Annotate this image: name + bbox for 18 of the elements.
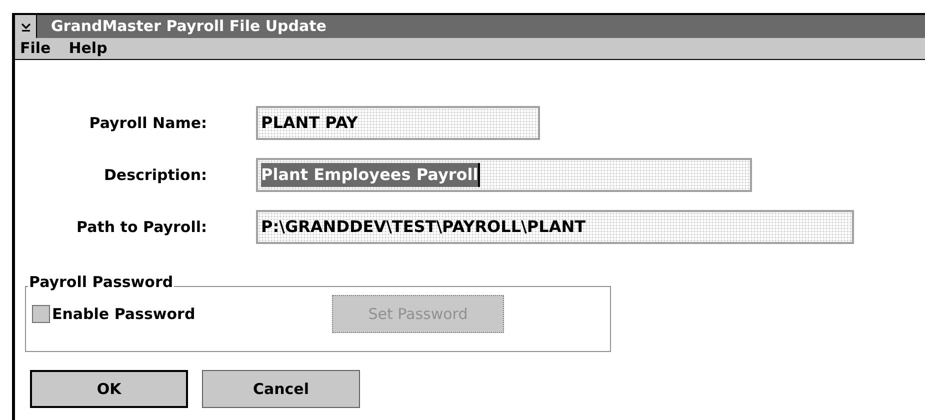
dialog-button[interactable]: OK	[30, 370, 188, 408]
text-field[interactable]: PLANT PAY	[256, 106, 540, 140]
system-menu-icon[interactable]	[15, 15, 37, 38]
field-value: Plant Employees Payroll	[261, 163, 480, 187]
menu-item[interactable]: File	[20, 41, 51, 56]
window-title: GrandMaster Payroll File Update	[51, 16, 326, 38]
field-label: Path to Payroll:	[76, 216, 208, 238]
checkbox[interactable]	[32, 305, 50, 323]
field-value: P:\GRANDDEV\TEST\PAYROLL\PLANT	[261, 216, 586, 238]
text-field[interactable]: Plant Employees Payroll	[256, 158, 752, 192]
field-value: PLANT PAY	[261, 112, 358, 134]
text-field[interactable]: P:\GRANDDEV\TEST\PAYROLL\PLANT	[256, 210, 854, 244]
group-title: Payroll Password	[28, 275, 174, 290]
checkbox-label: Enable Password	[52, 304, 196, 325]
dialog-button[interactable]: Cancel	[202, 370, 360, 408]
field-label: Description:	[102, 164, 208, 186]
field-label: Payroll Name:	[88, 112, 208, 134]
menu-item[interactable]: Help	[68, 41, 108, 56]
